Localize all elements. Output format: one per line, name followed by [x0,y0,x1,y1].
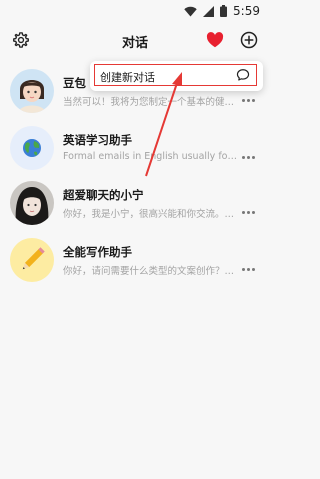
conversation-item[interactable]: 英语学习助手 Formal emails in English usually … [0,120,270,175]
chat-bubble-icon [236,69,250,81]
signal-icon [203,5,215,17]
avatar-xiaoning [10,181,54,225]
more-icon[interactable] [242,211,256,215]
new-chat-menu: 创建新对话 [90,61,263,91]
conversation-name: 全能写作助手 [63,245,132,259]
more-icon[interactable] [242,99,256,103]
conversation-preview: 当然可以！我将为您制定一个基本的健身计划 [63,97,239,108]
heart-icon[interactable] [206,32,224,48]
conversation-preview: 你好，请问需要什么类型的文案创作？你可... [63,266,239,277]
status-time: 5:59 [233,4,260,18]
conversation-preview: Formal emails in English usually follow … [63,151,239,162]
conversation-item[interactable]: 超爱聊天的小宁 你好，我是小宁，很高兴能和你交流。你可... [0,175,270,232]
more-icon[interactable] [242,156,256,160]
avatar-english-assistant [10,126,54,170]
create-new-conversation-item[interactable]: 创建新对话 [100,69,155,85]
conversation-preview: 你好，我是小宁，很高兴能和你交流。你可... [63,209,239,220]
conversation-name: 英语学习助手 [63,133,132,147]
plus-circle-icon[interactable] [240,31,258,49]
conversation-name: 豆包 [63,76,86,90]
battery-icon [220,5,228,17]
app-bar: 对话 [0,24,270,60]
avatar-doubao [10,69,54,113]
status-icons: 5:59 [184,4,260,18]
wifi-icon [184,6,197,16]
status-bar: 5:59 [0,0,270,24]
conversation-list: 豆包 当然可以！我将为您制定一个基本的健身计划 英语学习助手 Formal em… [0,63,270,288]
conversation-name: 超爱聊天的小宁 [63,188,144,202]
more-icon[interactable] [242,268,256,272]
avatar-writing-assistant [10,238,54,282]
conversation-item[interactable]: 全能写作助手 你好，请问需要什么类型的文案创作？你可... [0,232,270,288]
page-title: 对话 [121,36,148,51]
